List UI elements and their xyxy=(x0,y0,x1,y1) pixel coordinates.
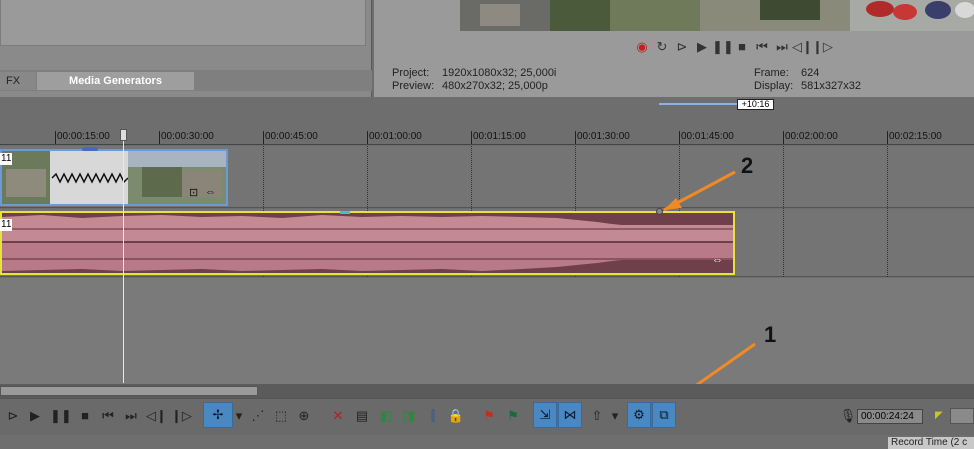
trim-end-icon[interactable]: ◨ xyxy=(399,406,419,426)
go-to-end-icon[interactable]: ⏭ xyxy=(121,406,141,426)
annotation-label-2: 2 xyxy=(741,153,754,178)
time-display-field[interactable]: 00:00:24:24 xyxy=(857,409,923,424)
tool-dropdown-icon[interactable]: ▾ xyxy=(233,406,245,426)
lock-envelopes-icon[interactable]: ⚙ xyxy=(627,402,651,428)
annotation-label-1: 1 xyxy=(764,322,777,347)
insert-region-icon[interactable]: ⚑ xyxy=(503,406,523,426)
normal-edit-tool-icon[interactable]: ✢ xyxy=(203,402,233,428)
delete-icon[interactable]: ✕ xyxy=(328,406,348,426)
pause-icon[interactable]: ❚❚ xyxy=(50,406,72,426)
auto-ripple-icon[interactable]: ⇲ xyxy=(533,402,557,428)
auto-crossfade-icon[interactable]: ⋈ xyxy=(558,402,582,428)
play-from-start-icon[interactable]: ⊳ xyxy=(3,406,23,426)
status-indicator-icon: ◤ xyxy=(935,410,943,421)
arrow-2-head xyxy=(664,198,682,210)
ignore-event-grouping-icon[interactable]: ⧉ xyxy=(652,402,676,428)
microphone-icon[interactable]: 🎙 xyxy=(838,406,858,426)
record-time-status: Record Time (2 c xyxy=(888,437,974,449)
snapping-icon[interactable]: ⇧ xyxy=(587,406,607,426)
annotation-arrows xyxy=(663,170,756,410)
split-icon[interactable]: ⫿ xyxy=(423,406,443,426)
snapping-dropdown-icon[interactable]: ▾ xyxy=(609,406,621,426)
play-icon[interactable]: ▶ xyxy=(25,406,45,426)
previous-frame-icon[interactable]: ◁❙ xyxy=(146,406,167,426)
stop-icon[interactable]: ■ xyxy=(75,406,95,426)
scrollbar-thumb[interactable] xyxy=(0,386,258,396)
insert-marker-icon[interactable]: ⚑ xyxy=(479,406,499,426)
envelope-edit-tool-icon[interactable]: ⋰ xyxy=(248,406,268,426)
zoom-tool-icon[interactable]: ⊕ xyxy=(294,406,314,426)
trim-icon[interactable]: ▤ xyxy=(352,406,372,426)
go-to-start-icon[interactable]: ⏮ xyxy=(98,406,118,426)
selection-tool-icon[interactable]: ⬚ xyxy=(271,406,291,426)
status-box xyxy=(950,408,974,424)
lock-icon[interactable]: 🔒 xyxy=(446,406,466,426)
next-frame-icon[interactable]: ❙▷ xyxy=(171,406,192,426)
trim-start-icon[interactable]: ◧ xyxy=(376,406,396,426)
